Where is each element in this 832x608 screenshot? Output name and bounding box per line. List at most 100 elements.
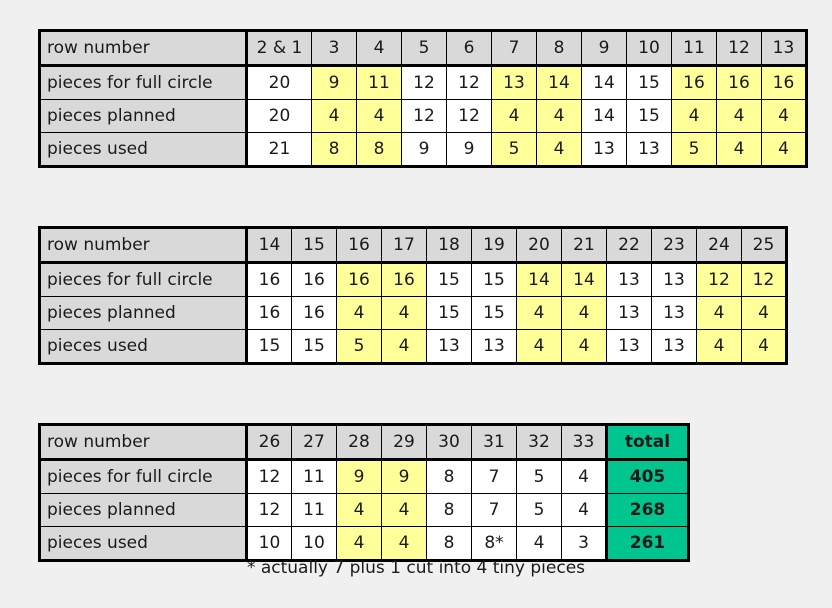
data-cell: 13 <box>651 329 697 364</box>
data-cell: 13 <box>606 262 652 297</box>
data-cell: 20 <box>246 65 312 100</box>
data-cell: 15 <box>471 262 517 297</box>
data-cell: 15 <box>426 262 472 297</box>
data-cell: 13 <box>471 329 517 364</box>
column-header: 16 <box>336 227 382 264</box>
data-cell: 5 <box>516 493 562 527</box>
row-label: pieces planned <box>39 296 248 330</box>
data-cell: 4 <box>696 329 742 364</box>
data-cell: 12 <box>446 65 492 100</box>
column-header: 20 <box>516 227 562 264</box>
data-cell: 4 <box>516 526 562 561</box>
column-header: 27 <box>291 424 337 461</box>
data-cell: 4 <box>761 99 807 133</box>
column-header: 17 <box>381 227 427 264</box>
data-cell: 8 <box>311 132 357 167</box>
column-header: 2 & 1 <box>246 30 312 67</box>
data-cell: 12 <box>401 65 447 100</box>
data-cell: 16 <box>716 65 762 100</box>
data-cell: 4 <box>491 99 537 133</box>
table-row: pieces planned 20 4 4 12 12 4 4 14 15 4 … <box>39 99 807 133</box>
data-cell: 14 <box>561 262 607 297</box>
data-cell: 21 <box>246 132 312 167</box>
data-cell: 12 <box>246 493 292 527</box>
row-label: row number <box>39 424 248 461</box>
data-cell: 13 <box>606 329 652 364</box>
column-header: 8 <box>536 30 582 67</box>
data-cell: 4 <box>381 329 427 364</box>
column-header: 21 <box>561 227 607 264</box>
column-header: 26 <box>246 424 292 461</box>
column-header: 9 <box>581 30 627 67</box>
data-cell: 11 <box>291 493 337 527</box>
data-cell: 4 <box>761 132 807 167</box>
column-header: 18 <box>426 227 472 264</box>
data-cell: 13 <box>626 132 672 167</box>
table-row: pieces planned 16 16 4 4 15 15 4 4 13 13… <box>39 296 787 330</box>
pieces-table-1: row number 2 & 1 3 4 5 6 7 8 9 10 11 12 … <box>38 29 808 168</box>
data-cell: 9 <box>446 132 492 167</box>
data-cell: 16 <box>336 262 382 297</box>
data-cell: 14 <box>581 65 627 100</box>
data-cell: 5 <box>336 329 382 364</box>
table-row: pieces used 10 10 4 4 8 8* 4 3 261 <box>39 526 689 561</box>
data-cell: 12 <box>446 99 492 133</box>
data-cell: 9 <box>401 132 447 167</box>
data-cell: 3 <box>561 526 607 561</box>
data-cell: 9 <box>336 459 382 494</box>
data-cell: 13 <box>426 329 472 364</box>
column-header: 24 <box>696 227 742 264</box>
data-cell: 4 <box>741 296 787 330</box>
data-cell: 15 <box>471 296 517 330</box>
data-cell: 4 <box>516 296 562 330</box>
data-cell: 4 <box>356 99 402 133</box>
column-header: 3 <box>311 30 357 67</box>
data-cell: 8 <box>426 493 472 527</box>
data-cell: 12 <box>401 99 447 133</box>
data-cell: 9 <box>311 65 357 100</box>
data-cell: 4 <box>561 296 607 330</box>
column-header: 19 <box>471 227 517 264</box>
data-cell: 16 <box>381 262 427 297</box>
table-row-header: row number 14 15 16 17 18 19 20 21 22 23… <box>39 227 787 264</box>
column-header: 12 <box>716 30 762 67</box>
data-cell: 16 <box>246 296 292 330</box>
data-cell: 10 <box>246 526 292 561</box>
total-cell: 268 <box>605 493 689 527</box>
table-row: pieces for full circle 20 9 11 12 12 13 … <box>39 65 807 100</box>
data-cell: 8 <box>426 526 472 561</box>
data-cell: 4 <box>561 493 607 527</box>
data-cell: 4 <box>336 296 382 330</box>
data-cell: 15 <box>426 296 472 330</box>
column-header: 5 <box>401 30 447 67</box>
data-cell: 15 <box>291 329 337 364</box>
data-cell: 12 <box>696 262 742 297</box>
data-cell: 15 <box>626 99 672 133</box>
column-header: 23 <box>651 227 697 264</box>
footnote-text: * actually 7 plus 1 cut into 4 tiny piec… <box>246 558 586 578</box>
data-cell: 5 <box>491 132 537 167</box>
data-cell: 16 <box>246 262 292 297</box>
row-label: pieces planned <box>39 99 248 133</box>
data-cell: 4 <box>716 132 762 167</box>
total-cell: 261 <box>605 526 689 561</box>
table-row-header: row number 26 27 28 29 30 31 32 33 total <box>39 424 689 461</box>
data-cell: 4 <box>696 296 742 330</box>
data-cell: 4 <box>336 493 382 527</box>
column-header: 31 <box>471 424 517 461</box>
data-cell: 11 <box>291 459 337 494</box>
row-label: pieces used <box>39 132 248 167</box>
row-label: row number <box>39 227 248 264</box>
table-row: pieces used 21 8 8 9 9 5 4 13 13 5 4 4 <box>39 132 807 167</box>
data-cell: 16 <box>761 65 807 100</box>
data-cell: 4 <box>716 99 762 133</box>
data-cell: 4 <box>741 329 787 364</box>
data-cell: 8* <box>471 526 517 561</box>
data-cell: 16 <box>291 262 337 297</box>
column-header: 14 <box>246 227 292 264</box>
row-label: row number <box>39 30 248 67</box>
column-header: 29 <box>381 424 427 461</box>
table-row: pieces used 15 15 5 4 13 13 4 4 13 13 4 … <box>39 329 787 364</box>
row-label: pieces used <box>39 526 248 561</box>
data-cell: 14 <box>581 99 627 133</box>
